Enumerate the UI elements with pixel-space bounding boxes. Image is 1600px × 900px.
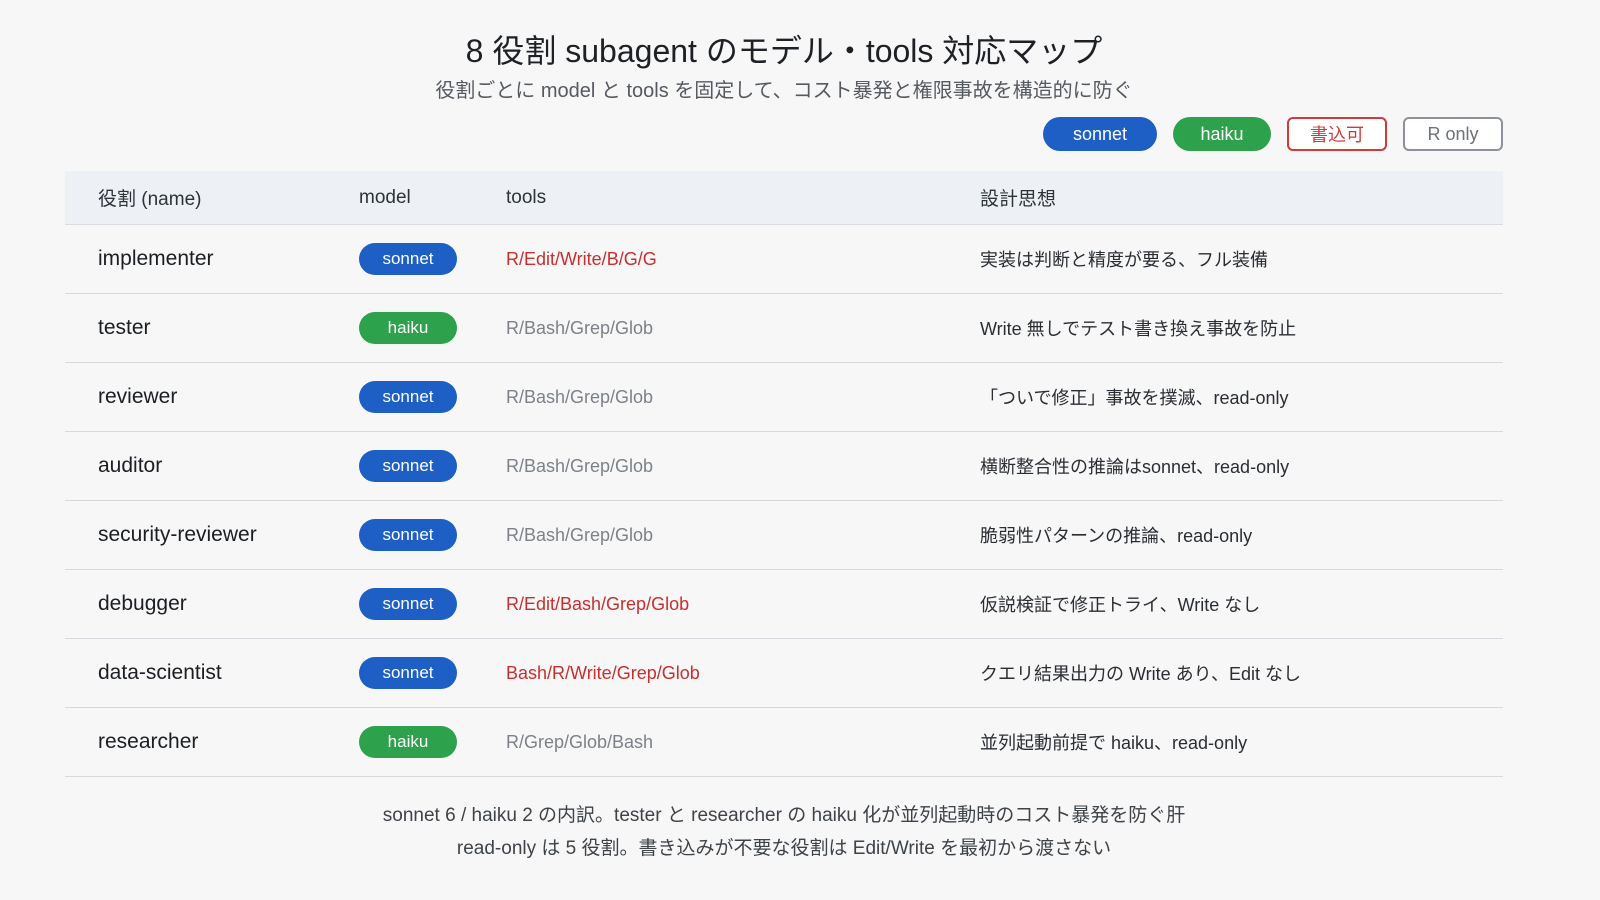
role-name: implementer	[98, 247, 214, 270]
role-design: 横断整合性の推論はsonnet、read-only	[980, 457, 1290, 477]
role-name: security-reviewer	[98, 523, 257, 546]
role-name: researcher	[98, 730, 199, 753]
role-design: 実装は判断と精度が要る、フル装備	[980, 250, 1268, 270]
role-design: 脆弱性パターンの推論、read-only	[980, 526, 1253, 546]
legend: sonnet haiku 書込可 R only	[1043, 117, 1503, 151]
table-row: data-scientist sonnet Bash/R/Write/Grep/Gl…	[65, 639, 1503, 708]
role-design: 並列起動前提で haiku、read-only	[980, 733, 1248, 753]
table-row: security-reviewer sonnet R/Bash/Grep/Glob 脆…	[65, 501, 1503, 570]
header-name: 役割 (name)	[98, 189, 202, 210]
footer-notes: sonnet 6 / haiku 2 の内訳。tester と research…	[0, 799, 1568, 865]
table-row: tester haiku R/Bash/Grep/Glob Write 無しでテスト書…	[65, 294, 1503, 363]
model-badge: sonnet	[359, 450, 457, 482]
role-design: Write 無しでテスト書き換え事故を防止	[980, 319, 1297, 339]
model-badge: haiku	[359, 312, 457, 344]
table-row: auditor sonnet R/Bash/Grep/Glob 横断整合性の推論はso…	[65, 432, 1503, 501]
role-tools: R/Grep/Glob/Bash	[506, 731, 654, 752]
legend-write: 書込可	[1287, 117, 1387, 151]
role-design: 「ついで修正」事故を撲滅、read-only	[980, 388, 1289, 408]
table-body: implementer sonnet R/Edit/Write/B/G/G 実装は判断…	[65, 225, 1503, 777]
legend-read-only: R only	[1403, 117, 1503, 151]
role-design: クエリ結果出力の Write あり、Edit なし	[980, 664, 1301, 684]
role-name: data-scientist	[98, 661, 222, 684]
role-tools: R/Bash/Grep/Glob	[506, 386, 654, 407]
page-subtitle: 役割ごとに model と tools を固定して、コスト暴発と権限事故を構造的…	[435, 80, 1133, 102]
role-tools: Bash/R/Write/Grep/Glob	[506, 662, 700, 683]
role-table: 役割 (name) model tools 設計思想 implementer so…	[65, 171, 1503, 777]
model-badge: sonnet	[359, 243, 457, 275]
table-row: debugger sonnet R/Edit/Bash/Grep/Glob 仮説検証で…	[65, 570, 1503, 639]
legend-sonnet: sonnet	[1043, 117, 1157, 151]
table-row: researcher haiku R/Grep/Glob/Bash 並列起動前提で h…	[65, 708, 1503, 777]
model-badge: sonnet	[359, 519, 457, 551]
model-badge: sonnet	[359, 657, 457, 689]
table-row: reviewer sonnet R/Bash/Grep/Glob 「ついで修正」事故を…	[65, 363, 1503, 432]
footer-line-2: read-only は 5 役割。書き込みが不要な役割は Edit/Write …	[456, 838, 1112, 859]
page-title: 8 役割 subagent のモデル・tools 対応マップ	[465, 33, 1103, 69]
header-model: model	[359, 186, 411, 208]
role-name: debugger	[98, 592, 187, 615]
role-tools: R/Bash/Grep/Glob	[506, 317, 654, 338]
footer-line-1: sonnet 6 / haiku 2 の内訳。tester と research…	[382, 805, 1186, 826]
table-header: 役割 (name) model tools 設計思想	[65, 171, 1503, 225]
role-design: 仮説検証で修正トライ、Write なし	[980, 595, 1261, 615]
model-badge: sonnet	[359, 588, 457, 620]
role-name: auditor	[98, 454, 163, 477]
table-row: implementer sonnet R/Edit/Write/B/G/G 実装は判断…	[65, 225, 1503, 294]
role-tools: R/Bash/Grep/Glob	[506, 524, 654, 545]
header-tools: tools	[506, 186, 547, 208]
model-badge: sonnet	[359, 381, 457, 413]
role-tools: R/Bash/Grep/Glob	[506, 455, 654, 476]
header-design: 設計思想	[980, 189, 1057, 210]
role-name: tester	[98, 316, 151, 339]
role-tools: R/Edit/Bash/Grep/Glob	[506, 593, 690, 614]
model-badge: haiku	[359, 726, 457, 758]
role-name: reviewer	[98, 385, 178, 408]
role-tools: R/Edit/Write/B/G/G	[506, 248, 657, 269]
legend-haiku: haiku	[1173, 117, 1271, 151]
